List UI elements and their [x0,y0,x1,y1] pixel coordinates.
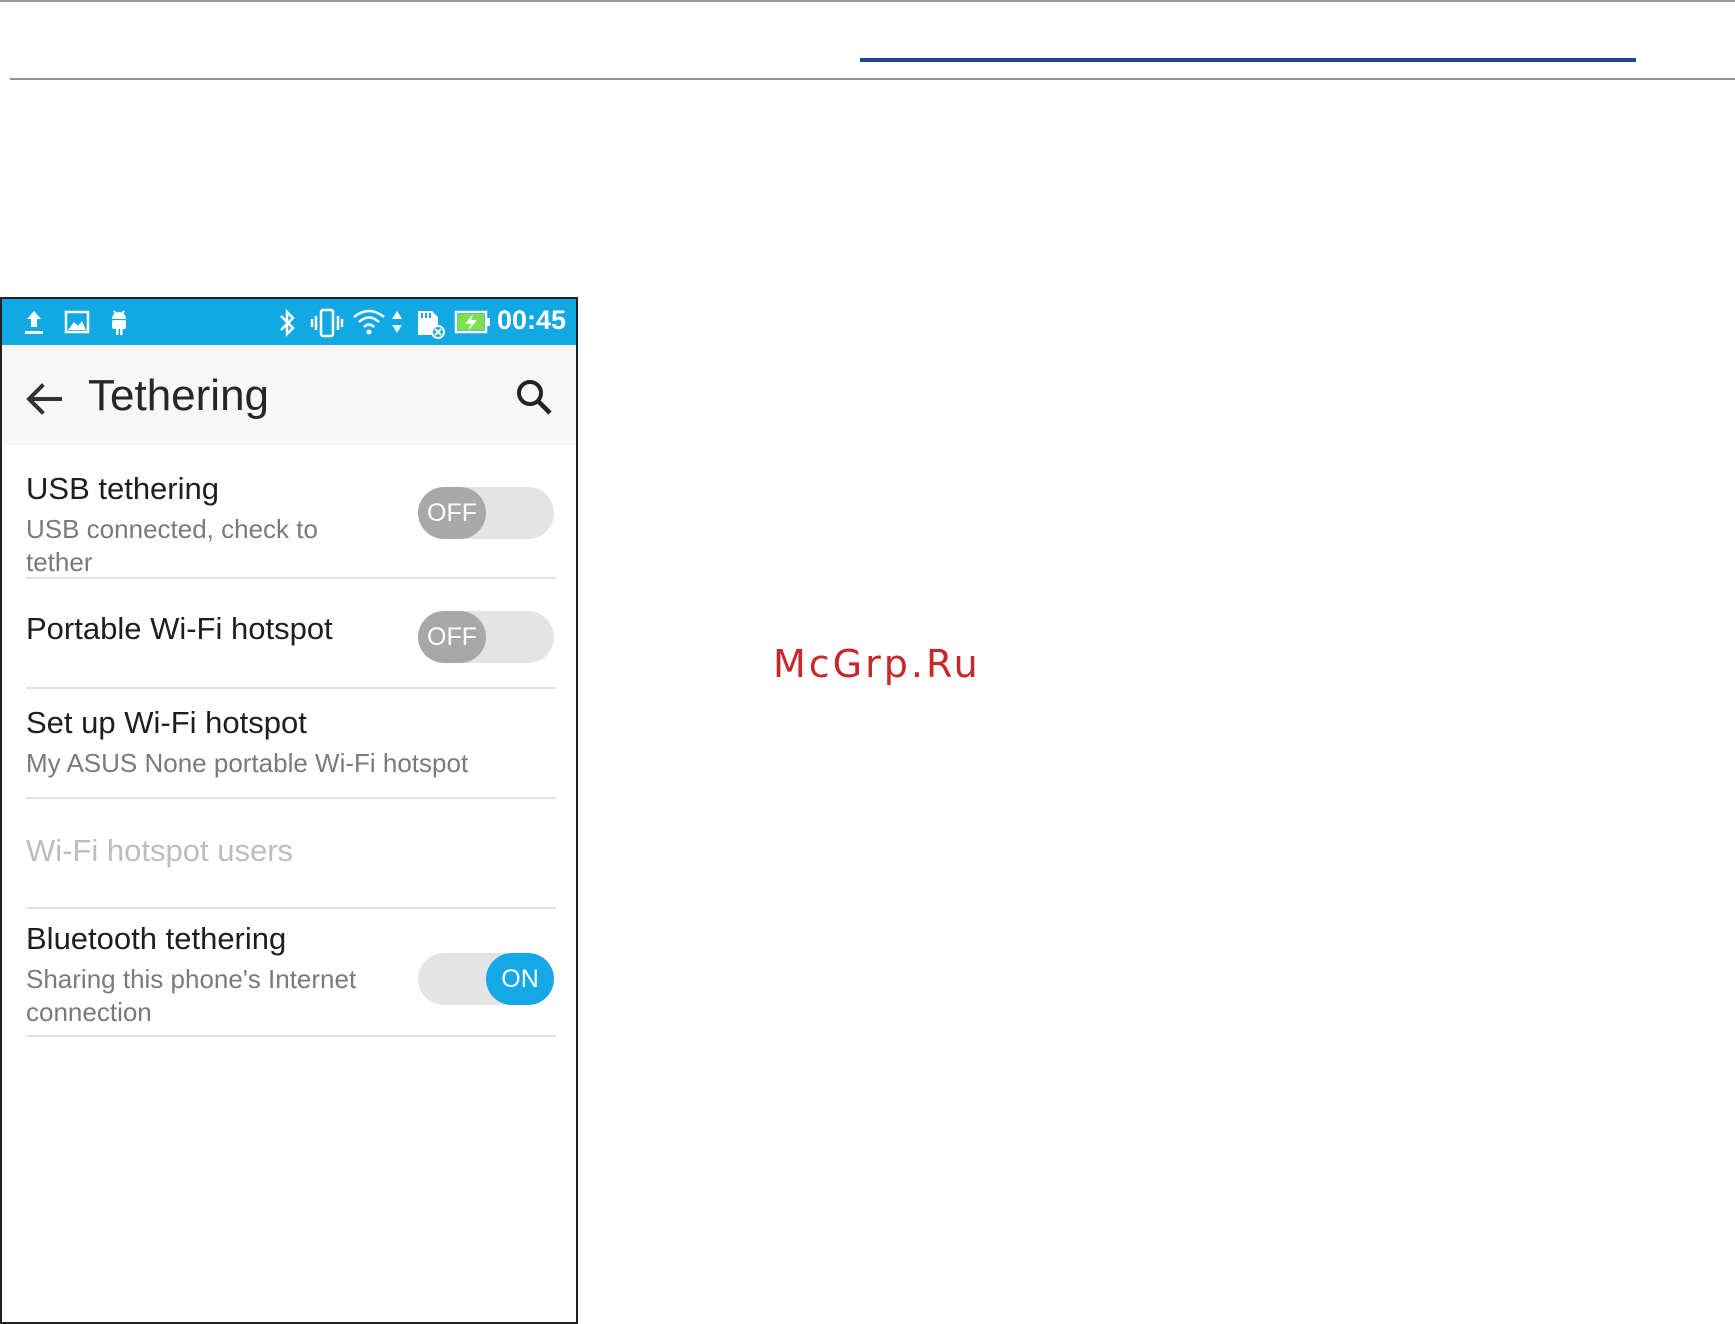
divider [26,1035,556,1037]
vibrate-icon [310,308,344,338]
watermark: McGrp.Ru [773,642,981,686]
toggle-knob: OFF [418,611,486,663]
battery-charging-icon [454,310,490,334]
hotspot-users-title: Wi-Fi hotspot users [26,833,294,868]
setup-hotspot-row[interactable]: Set up Wi-Fi hotspot My ASUS None portab… [26,691,556,795]
divider [26,797,556,799]
bluetooth-tethering-toggle[interactable]: ON [418,953,554,1005]
divider [26,687,556,689]
sd-card-icon [418,311,445,339]
page-title: Tethering [88,371,270,420]
status-bar: 00:45 [2,299,576,345]
usb-tethering-title: USB tethering [26,471,219,506]
upload-icon [25,311,43,334]
setup-hotspot-subtitle: My ASUS None portable Wi-Fi hotspot [26,748,469,778]
header-rule [10,78,1735,80]
toggle-knob: OFF [418,487,486,539]
usb-tethering-subtitle: USB connected, check to tether [26,514,318,577]
setup-hotspot-title: Set up Wi-Fi hotspot [26,705,307,740]
portable-hotspot-title: Portable Wi-Fi hotspot [26,611,333,646]
search-icon[interactable] [514,377,554,417]
top-rule [0,0,1735,2]
document-page: McGrp.Ru 00:45 Tethering USB tethering U… [0,0,1735,1324]
header-underline [860,58,1636,62]
arrow-left-icon[interactable] [22,377,66,421]
image-icon [64,310,90,334]
data-arrows-icon [392,311,402,333]
app-bar: Tethering [2,345,576,445]
bluetooth-tethering-title: Bluetooth tethering [26,921,287,956]
portable-hotspot-toggle[interactable]: OFF [418,611,554,663]
divider [26,907,556,909]
bluetooth-icon [280,308,295,338]
hotspot-users-row: Wi-Fi hotspot users [26,801,556,905]
status-time: 00:45 [496,305,566,335]
bluetooth-tethering-subtitle: Sharing this phone's Internet connection [26,964,357,1027]
android-debug-icon [112,310,126,335]
toggle-knob: ON [486,953,554,1005]
usb-tethering-toggle[interactable]: OFF [418,487,554,539]
divider [26,577,556,579]
wifi-icon [353,309,385,335]
phone-screenshot: 00:45 Tethering USB tethering USB connec… [0,297,578,1324]
